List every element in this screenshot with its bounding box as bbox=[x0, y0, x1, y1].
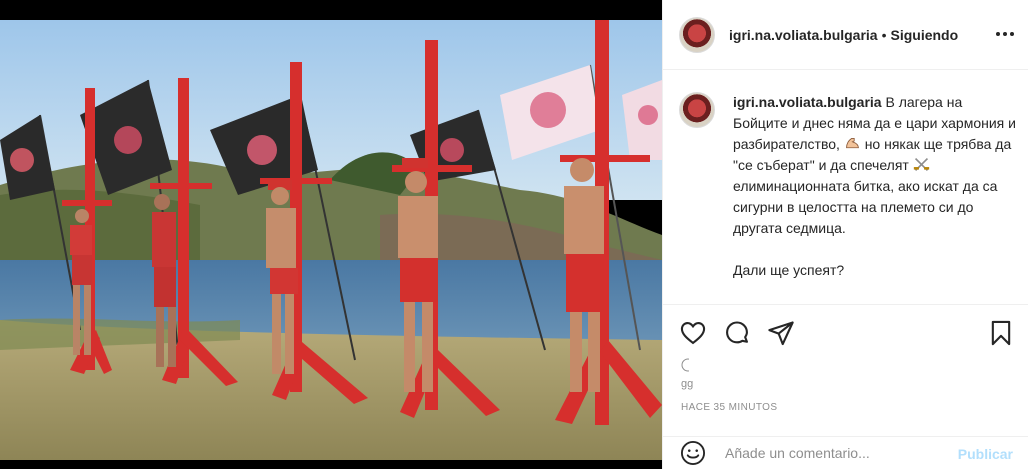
caption-question: Дали ще успеят? bbox=[733, 262, 845, 278]
comment-form: Publicar bbox=[663, 436, 1028, 469]
post-caption: igri.na.voliata.bulgaria В лагера на Бой… bbox=[679, 92, 1019, 281]
header-separator: • bbox=[881, 26, 887, 43]
smiley-icon[interactable] bbox=[679, 439, 707, 467]
comment-input[interactable] bbox=[725, 445, 935, 461]
flexed-biceps-icon bbox=[845, 137, 859, 149]
post-photo[interactable] bbox=[0, 20, 662, 460]
following-button[interactable]: Siguiendo bbox=[891, 27, 959, 43]
post-image bbox=[0, 20, 662, 460]
publish-button[interactable]: Publicar bbox=[958, 446, 1013, 462]
avatar[interactable] bbox=[679, 16, 715, 53]
caption-text-3: елиминационната битка, ако искат да са с… bbox=[733, 178, 998, 236]
header-username[interactable]: igri.na.voliata.bulgaria bbox=[729, 27, 878, 43]
comment-icon[interactable] bbox=[723, 319, 751, 347]
heart-icon[interactable] bbox=[679, 319, 707, 347]
liker-avatar[interactable] bbox=[679, 358, 689, 372]
media-panel bbox=[0, 0, 662, 469]
post-header: igri.na.voliata.bulgaria • Siguiendo bbox=[663, 0, 1028, 70]
caption-username[interactable]: igri.na.voliata.bulgaria bbox=[733, 94, 882, 110]
more-options-icon[interactable] bbox=[993, 22, 1017, 46]
likes-avatars bbox=[679, 358, 689, 372]
post-sidebar: igri.na.voliata.bulgaria • Siguiendo igri.… bbox=[662, 0, 1028, 469]
caption-avatar[interactable] bbox=[679, 92, 715, 128]
bookmark-icon[interactable] bbox=[987, 319, 1015, 347]
caption-body: igri.na.voliata.bulgaria В лагера на Бой… bbox=[733, 92, 1019, 281]
header-text: igri.na.voliata.bulgaria • Siguiendo bbox=[729, 27, 958, 43]
crossed-swords-icon bbox=[913, 157, 929, 172]
action-bar bbox=[663, 304, 1028, 364]
post-timestamp[interactable]: HACE 35 MINUTOS bbox=[681, 402, 777, 413]
send-icon[interactable] bbox=[767, 319, 795, 347]
likes-text[interactable]: gg bbox=[681, 378, 693, 390]
